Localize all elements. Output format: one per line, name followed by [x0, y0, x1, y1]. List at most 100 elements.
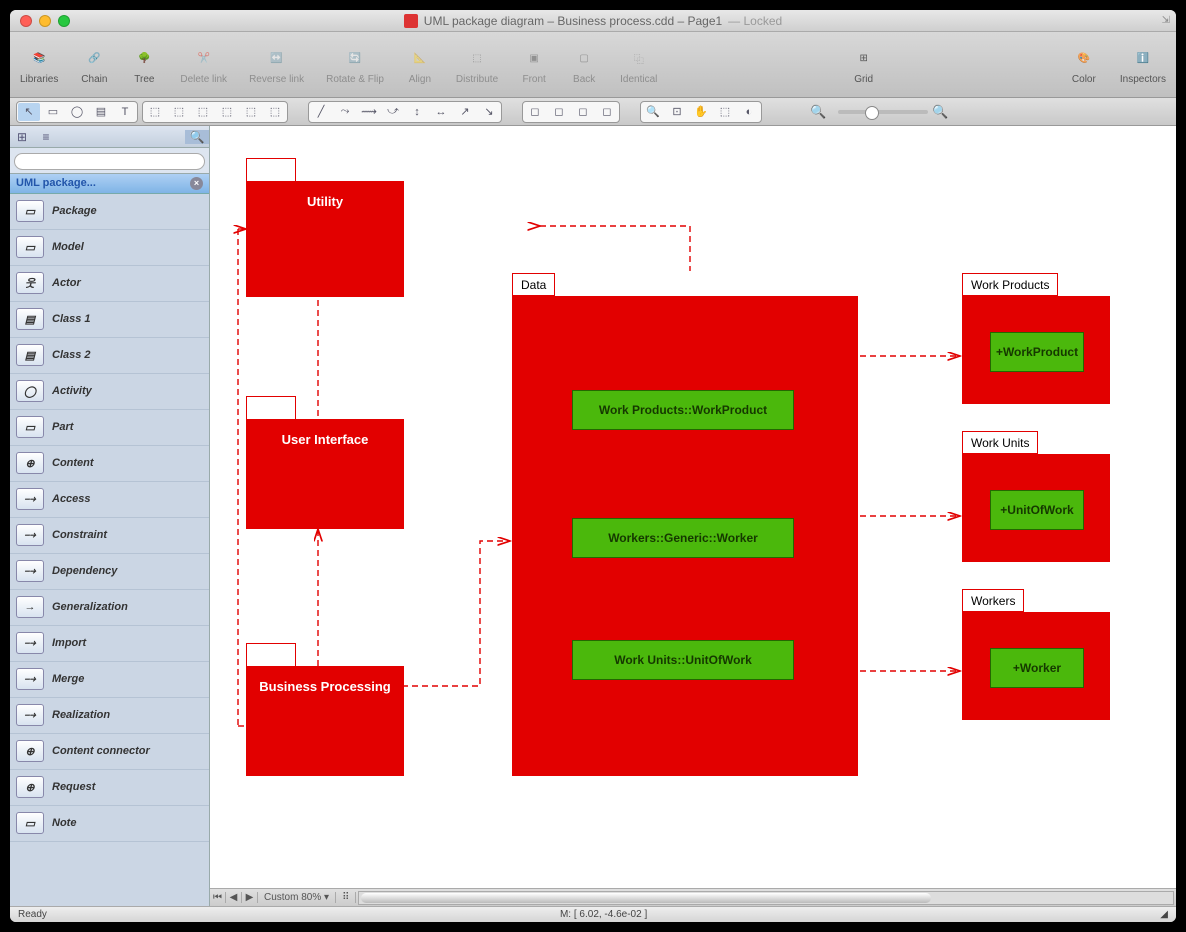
connector-2-icon[interactable]: ⬚	[168, 103, 190, 121]
zoom-in-icon[interactable]: 🔍	[642, 103, 664, 121]
first-page-icon[interactable]: ⏮	[210, 892, 226, 903]
zoom-fit-icon[interactable]: ⊡	[666, 103, 688, 121]
library-tab-label: UML package...	[16, 177, 96, 189]
snap-1-icon[interactable]: ◻	[524, 103, 546, 121]
shapes-toolbar: ↖ ▭ ◯ ▤ T ⬚ ⬚ ⬚ ⬚ ⬚ ⬚ ╱ ⤳ ⟿ ⤻ ↕ ↔ ↗ ↘ ◻	[10, 98, 1176, 126]
app-window: UML package diagram – Business process.c…	[10, 10, 1176, 922]
connector-1-icon[interactable]: ⬚	[144, 103, 166, 121]
line-2-icon[interactable]: ⤳	[334, 103, 356, 121]
rect-tool-icon[interactable]: ▭	[42, 103, 64, 121]
workproduct-class[interactable]: Work Products::WorkProduct	[572, 390, 794, 430]
next-page-icon[interactable]: ▶	[242, 892, 258, 903]
user-interface-package[interactable]: User Interface	[246, 419, 404, 529]
reverse-link-button[interactable]: ↔️Reverse link	[249, 44, 304, 85]
utility-package[interactable]: Utility	[246, 181, 404, 297]
sidebar-item[interactable]: ⤍Merge	[10, 662, 209, 698]
outline-view-icon[interactable]: ⊞	[10, 130, 34, 144]
sidebar-item[interactable]: ▭Part	[10, 410, 209, 446]
text-tool-icon[interactable]: T	[114, 103, 136, 121]
sidebar-item[interactable]: ⤍Realization	[10, 698, 209, 734]
line-6-icon[interactable]: ↔	[430, 103, 452, 121]
front-button[interactable]: ▣Front	[520, 44, 548, 85]
sidebar-item[interactable]: ◯Activity	[10, 374, 209, 410]
line-4-icon[interactable]: ⤻	[382, 103, 404, 121]
libraries-button[interactable]: 📚Libraries	[20, 44, 58, 85]
plus-workproduct-class[interactable]: +WorkProduct	[990, 332, 1084, 372]
ellipse-tool-icon[interactable]: ◯	[66, 103, 88, 121]
shape-icon: ⤍	[16, 488, 44, 510]
sidebar-item[interactable]: ⤍Import	[10, 626, 209, 662]
sidebar-item[interactable]: →Generalization	[10, 590, 209, 626]
sidebar-item[interactable]: ⊕Content	[10, 446, 209, 482]
back-button[interactable]: ▢Back	[570, 44, 598, 85]
connector-5-icon[interactable]: ⬚	[240, 103, 262, 121]
prev-page-icon[interactable]: ◀	[226, 892, 242, 903]
canvas[interactable]: Utility User Interface Business Processi…	[210, 126, 1176, 888]
shape-icon: ⊕	[16, 740, 44, 762]
sidebar-item[interactable]: ▭Model	[10, 230, 209, 266]
generic-worker-class[interactable]: Workers::Generic::Worker	[572, 518, 794, 558]
sidebar-item[interactable]: ⊕Content connector	[10, 734, 209, 770]
misc-tool-icon[interactable]: ◐	[738, 103, 760, 121]
library-tab[interactable]: UML package... ×	[10, 174, 209, 194]
zoom-icon[interactable]	[58, 15, 70, 27]
color-button[interactable]: 🎨Color	[1070, 44, 1098, 85]
line-7-icon[interactable]: ↗	[454, 103, 476, 121]
sidebar-item[interactable]: ▤Class 1	[10, 302, 209, 338]
zoom-slider[interactable]	[838, 110, 928, 114]
crop-icon[interactable]: ⬚	[714, 103, 736, 121]
hand-icon[interactable]: ✋	[690, 103, 712, 121]
line-3-icon[interactable]: ⟿	[358, 103, 380, 121]
snap-4-icon[interactable]: ◻	[596, 103, 618, 121]
connector-6-icon[interactable]: ⬚	[264, 103, 286, 121]
distribute-button[interactable]: ⬚Distribute	[456, 44, 498, 85]
sidebar-item[interactable]: ⤍Constraint	[10, 518, 209, 554]
table-tool-icon[interactable]: ▤	[90, 103, 112, 121]
grid-button[interactable]: ⊞Grid	[850, 44, 878, 85]
connector-4-icon[interactable]: ⬚	[216, 103, 238, 121]
horizontal-scrollbar[interactable]	[358, 891, 1174, 905]
close-icon[interactable]: ×	[190, 177, 203, 190]
line-1-icon[interactable]: ╱	[310, 103, 332, 121]
status-bar: Ready M: [ 6.02, -4.6e-02 ] ◢	[10, 906, 1176, 922]
snap-3-icon[interactable]: ◻	[572, 103, 594, 121]
minimize-icon[interactable]	[39, 15, 51, 27]
resize-grip-icon[interactable]: ◢	[1160, 909, 1168, 920]
line-8-icon[interactable]: ↘	[478, 103, 500, 121]
line-5-icon[interactable]: ↕	[406, 103, 428, 121]
business-processing-package[interactable]: Business Processing	[246, 666, 404, 776]
search-input[interactable]	[14, 153, 205, 170]
delete-link-button[interactable]: ✂️Delete link	[180, 44, 227, 85]
resize-icon[interactable]: ⇲	[1162, 15, 1170, 26]
sidebar-item[interactable]: ⤍Dependency	[10, 554, 209, 590]
zoom-display[interactable]: Custom 80% ▾	[258, 892, 336, 903]
snap-2-icon[interactable]: ◻	[548, 103, 570, 121]
sidebar-item-label: Part	[52, 421, 73, 433]
plus-worker-class[interactable]: +Worker	[990, 648, 1084, 688]
sidebar-item[interactable]: ▭Package	[10, 194, 209, 230]
connector-3-icon[interactable]: ⬚	[192, 103, 214, 121]
chain-button[interactable]: 🔗Chain	[80, 44, 108, 85]
search-view-icon[interactable]: 🔍	[185, 130, 209, 144]
tree-button[interactable]: 🌳Tree	[130, 44, 158, 85]
sidebar-item[interactable]: ▤Class 2	[10, 338, 209, 374]
shape-icon: ▭	[16, 236, 44, 258]
inspectors-button[interactable]: ℹ️Inspectors	[1120, 44, 1166, 85]
identical-button[interactable]: ⿻Identical	[620, 44, 657, 85]
sidebar-item[interactable]: ⊕Request	[10, 770, 209, 806]
zoom-in2-icon[interactable]: 🔍	[932, 104, 948, 120]
shape-icon: ⤍	[16, 560, 44, 582]
zoom-out-icon[interactable]: 🔍	[810, 104, 826, 120]
sidebar-item-label: Note	[52, 817, 76, 829]
align-button[interactable]: 📐Align	[406, 44, 434, 85]
close-icon[interactable]	[20, 15, 32, 27]
page-dots-icon[interactable]: ⠿	[336, 892, 356, 903]
sidebar-item[interactable]: ▭Note	[10, 806, 209, 842]
pointer-tool-icon[interactable]: ↖	[18, 103, 40, 121]
sidebar-item[interactable]: 웃Actor	[10, 266, 209, 302]
unitofwork-class[interactable]: Work Units::UnitOfWork	[572, 640, 794, 680]
plus-unitofwork-class[interactable]: +UnitOfWork	[990, 490, 1084, 530]
sidebar-item[interactable]: ⤍Access	[10, 482, 209, 518]
layers-view-icon[interactable]: ≡	[34, 130, 58, 144]
rotate-flip-button[interactable]: 🔄Rotate & Flip	[326, 44, 384, 85]
